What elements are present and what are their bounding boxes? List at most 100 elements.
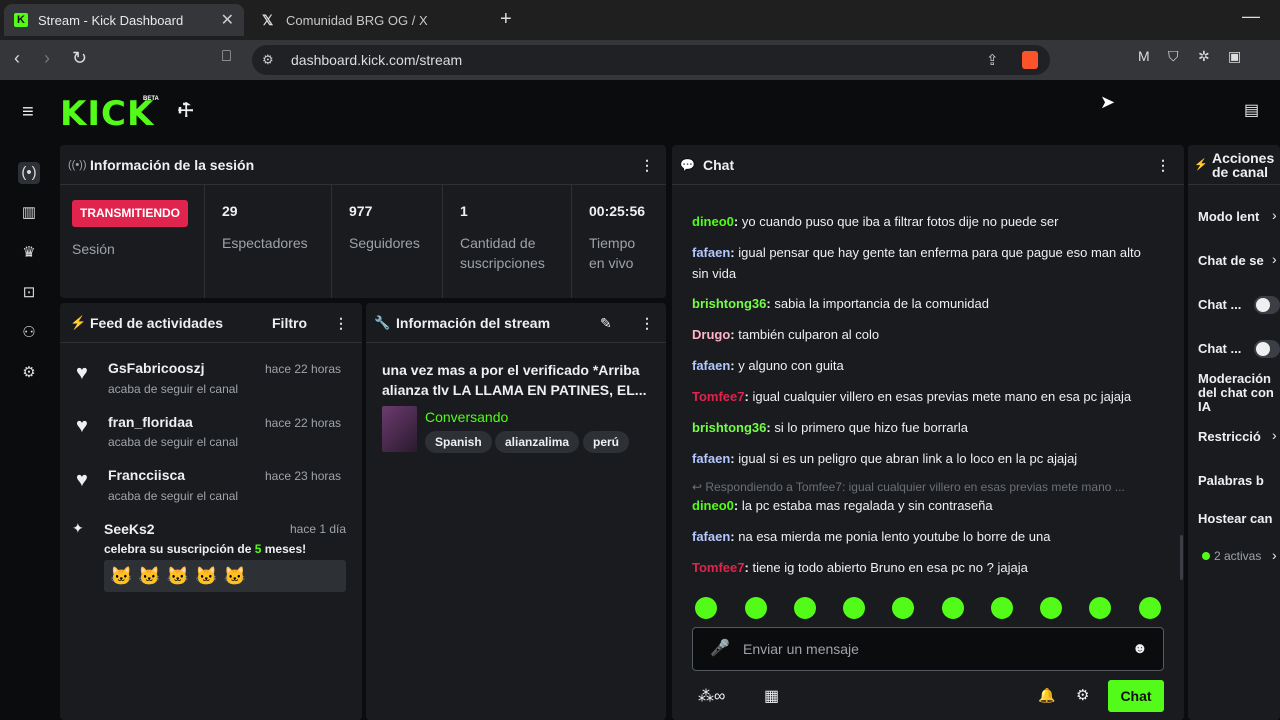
feed-user[interactable]: fran_floridaa [108,414,193,430]
x-favicon-icon: 𝕏 [262,11,274,28]
minimize-window-icon[interactable]: — [1242,6,1260,27]
tab-close-icon[interactable]: ✕ [221,10,234,30]
emote-icon[interactable] [1040,597,1062,619]
settings-icon[interactable]: ⚙ [18,362,40,384]
feed-user[interactable]: SeeKs2 [104,521,155,537]
tab-title: Stream - Kick Dashboard [38,12,184,28]
new-tab-icon[interactable]: + [500,8,512,31]
store-icon[interactable]: ▦ [764,686,779,706]
live-time-label: Tiempo en vivo [589,235,636,271]
chevron-right-icon[interactable]: › [1272,251,1277,267]
microphone-icon[interactable]: 🎤 [710,638,730,658]
bookmark-icon[interactable]: ⎕ [222,48,231,65]
community-icon[interactable]: ⚇ [18,322,40,344]
chat-scrollbar[interactable] [1180,535,1183,580]
stream-tag[interactable]: perú [583,431,630,453]
heart-icon: ♥ [76,362,88,384]
chat-message: fafaen: y alguno con guita [692,358,844,373]
reload-icon[interactable]: ↻ [72,48,87,69]
kick-logo[interactable]: KICK [60,94,154,134]
stream-tag[interactable]: alianzalima [495,431,580,453]
heart-icon: ♥ [76,469,88,491]
actions-title: Acciones de canal [1212,150,1275,180]
left-sidebar [0,142,58,720]
emote-icon[interactable] [794,597,816,619]
action-banned-words[interactable]: Palabras b [1198,473,1268,488]
action-followers-chat[interactable]: Chat de se [1198,253,1268,268]
analytics-icon[interactable]: ▥ [18,202,40,224]
brave-shield-icon[interactable] [1022,51,1038,69]
session-more-icon[interactable]: ⋮ [640,157,654,174]
stream-info-title: Información del stream [396,315,551,331]
shield-extension-icon[interactable]: ⛉ [1168,48,1179,65]
sub-text: celebra su suscripción de 5 meses! [104,542,307,556]
puzzle-icon[interactable]: ✲ [1198,48,1210,65]
tab-title: Comunidad BRG OG / X [286,12,428,28]
viewers-count: 29 [222,203,238,219]
feed-user[interactable]: Francciisca [108,467,185,483]
bell-icon[interactable]: 🔔 [1038,687,1055,704]
subs-count: 1 [460,203,468,219]
url-text[interactable]: dashboard.kick.com/stream [291,52,462,68]
trophy-icon[interactable]: ♛ [18,242,40,264]
action-restrictions[interactable]: Restricció [1198,429,1268,444]
chevron-right-icon[interactable]: › [1272,207,1277,223]
status-label: Sesión [72,241,115,257]
chat-message: brishtong36: si lo primero que hizo fue … [692,420,969,435]
emote-icon[interactable] [991,597,1013,619]
infinity-icon[interactable]: ⁂∞ [698,686,725,706]
chat-message: dineo0: la pc estaba mas regalada y sin … [692,498,993,513]
toggle-switch[interactable] [1254,340,1280,358]
store-icon[interactable]: ▤ [1244,100,1259,120]
sub-emotes-strip: 🐱🐱🐱🐱🐱 [104,560,346,592]
back-icon[interactable]: ‹ [14,48,20,69]
chevron-right-icon[interactable]: › [1272,427,1277,443]
feed-filter-button[interactable]: Filtro [272,315,307,331]
emote-icon[interactable] [745,597,767,619]
chat-message: brishtong36: sabia la importancia de la … [692,296,989,311]
feed-time: hace 22 horas [265,416,342,430]
emote-icon[interactable] [892,597,914,619]
emote-icon[interactable] [695,597,717,619]
action-slow-mode[interactable]: Modo lent [1198,209,1268,224]
forward-icon[interactable]: › [44,48,50,69]
capture-icon[interactable]: ⊡ [18,282,40,304]
chat-message: fafaen: igual pensar que hay gente tan e… [692,245,1141,281]
emoji-icon[interactable]: ☻ [1132,640,1148,657]
emote-icon[interactable] [843,597,865,619]
emote-icon[interactable] [1139,597,1161,619]
divider [366,342,666,343]
site-info-icon[interactable]: ⚙ [262,52,274,68]
stream-tag[interactable]: Spanish [425,431,492,453]
category-thumbnail[interactable] [382,406,417,452]
chat-more-icon[interactable]: ⋮ [1156,157,1170,174]
emote-icon[interactable] [942,597,964,619]
share-icon[interactable]: ⇪ [986,51,999,69]
feed-time: hace 23 horas [265,469,342,483]
browser-tab[interactable]: 𝕏 Comunidad BRG OG / X [252,4,492,36]
action-host-channel[interactable]: Hostear can [1198,511,1280,526]
live-icon[interactable]: (•) [18,162,40,184]
chat-settings-icon[interactable]: ⚙ [1076,686,1089,704]
toggle-switch[interactable] [1254,296,1280,314]
divider [60,342,362,343]
feed-more-icon[interactable]: ⋮ [334,315,348,332]
live-status-badge: TRANSMITIENDO [72,200,188,227]
menu-icon[interactable]: ≡ [22,101,34,124]
followers-label: Seguidores [349,235,420,251]
chat-send-button[interactable]: Chat [1108,680,1164,712]
category-link[interactable]: Conversando [425,409,508,425]
edit-icon[interactable]: ✎ [600,315,612,332]
emote-icon[interactable] [1089,597,1111,619]
browser-tab-active[interactable]: K Stream - Kick Dashboard ✕ [4,4,244,36]
sidebar-toggle-icon[interactable]: ▣ [1228,48,1241,65]
beta-badge: BETA [143,96,159,102]
feed-user[interactable]: GsFabricooszj [108,360,204,376]
feed-time: hace 1 día [290,522,347,536]
active-dot-icon [1202,552,1210,560]
action-ai-moderation[interactable]: Moderación del chat con IA [1198,372,1280,414]
chevron-right-icon[interactable]: › [1272,547,1277,563]
extension-icon[interactable]: M [1138,48,1150,64]
chat-input-placeholder[interactable]: Enviar un mensaje [743,641,859,657]
stream-info-more-icon[interactable]: ⋮ [640,315,654,332]
